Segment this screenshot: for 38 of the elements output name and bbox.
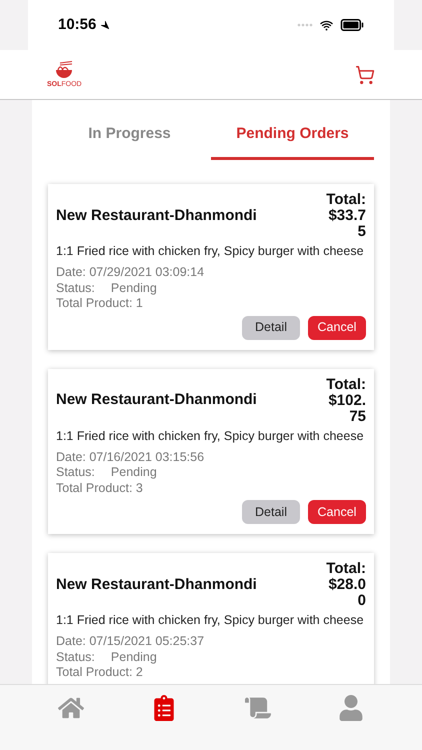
status-time: 10:56 — [58, 14, 96, 35]
total-amount: $28.00 — [327, 577, 366, 609]
total-product: Total Product: 2 — [56, 665, 144, 680]
total-label: Total: — [326, 192, 366, 208]
order-tab[interactable]: In Progress — [48, 100, 211, 160]
status-value: Pending — [110, 650, 157, 665]
noodle-bowl-icon — [54, 61, 74, 81]
order-date: Date: 07/16/2021 03:15:56 — [56, 450, 206, 465]
detail-button[interactable]: Detail — [242, 500, 300, 524]
cancel-button[interactable]: Cancel — [308, 316, 366, 340]
status-label: Status: — [56, 465, 95, 480]
total-label: Total: — [326, 376, 366, 392]
order-items: 1:1 Fried rice with chicken fry, Spicy burger with cheese — [56, 428, 365, 444]
order-items: 1:1 Fried rice with chicken fry, Spicy burger with cheese — [56, 613, 365, 628]
receipt-tab-icon[interactable] — [244, 695, 271, 721]
restaurant-name: New Restaurant-Dhanmondi — [56, 390, 257, 410]
total-label: Total: — [326, 561, 366, 577]
order-items: 1:1 Fried rice with chicken fry, Spicy burger with cheese — [56, 244, 365, 259]
signal-icon — [297, 23, 313, 27]
total-amount: $102.75 — [327, 392, 366, 424]
order-tab[interactable]: Pending Orders — [211, 100, 374, 160]
status-value: Pending — [110, 280, 157, 296]
total-product: Total Product: 1 — [56, 296, 144, 312]
order-date: Date: 07/15/2021 05:25:37 — [56, 634, 206, 650]
home-tab-icon[interactable] — [58, 695, 84, 721]
restaurant-name: New Restaurant-Dhanmondi — [56, 574, 257, 595]
status-label: Status: — [56, 650, 95, 665]
detail-button[interactable]: Detail — [242, 316, 300, 340]
cancel-button[interactable]: Cancel — [308, 500, 366, 524]
cart-button[interactable] — [355, 64, 375, 84]
profile-tab-icon[interactable] — [338, 695, 364, 721]
total-amount: $33.75 — [327, 208, 366, 240]
restaurant-name: New Restaurant-Dhanmondi — [56, 206, 257, 226]
total-product: Total Product: 3 — [56, 480, 144, 496]
order-date: Date: 07/29/2021 03:09:14 — [56, 265, 206, 280]
status-value: Pending — [110, 465, 157, 480]
location-icon — [100, 20, 110, 30]
status-label: Status: — [56, 280, 95, 296]
